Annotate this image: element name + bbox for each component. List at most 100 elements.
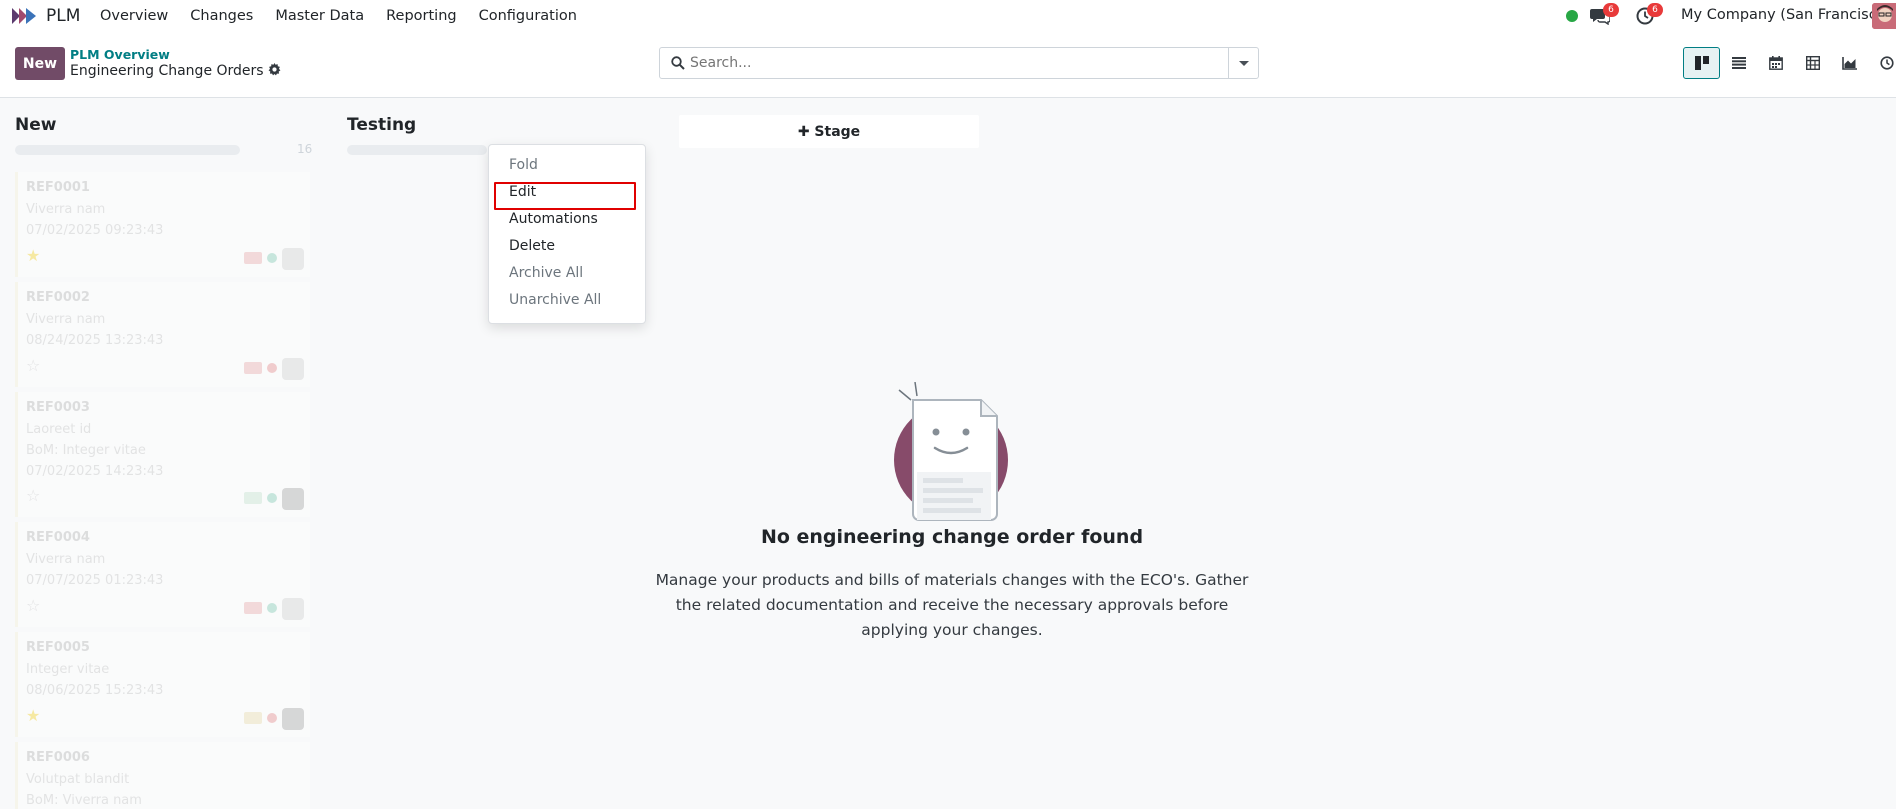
pivot-icon — [1805, 56, 1820, 70]
view-pivot-button[interactable] — [1794, 47, 1831, 79]
view-switcher — [1683, 47, 1896, 79]
column-progress-new[interactable] — [15, 145, 240, 155]
user-avatar-icon — [1872, 3, 1896, 29]
card-tag — [244, 362, 262, 374]
card-avatar — [282, 358, 304, 380]
activity-icon — [1879, 56, 1894, 70]
card-date: 07/07/2025 01:23:43 — [26, 573, 164, 588]
menu-configuration[interactable]: Configuration — [479, 8, 577, 24]
app-name[interactable]: PLM — [46, 6, 80, 26]
empty-document-illustration-icon — [894, 382, 1008, 521]
empty-state-text: Manage your products and bills of materi… — [655, 571, 1249, 639]
priority-star-icon[interactable]: ★ — [26, 706, 40, 725]
kanban-card[interactable]: REF0001 Viverra nam 07/02/2025 09:23:43 … — [15, 172, 310, 277]
caret-down-icon — [1239, 61, 1249, 66]
card-tag — [244, 712, 262, 724]
card-reference: REF0003 — [26, 400, 90, 415]
kanban-icon — [1694, 56, 1709, 70]
status-dot[interactable] — [267, 603, 277, 613]
user-avatar[interactable] — [1872, 3, 1896, 29]
card-name: Viverra nam — [26, 312, 106, 327]
status-dot[interactable] — [267, 493, 277, 503]
stage-config-dropdown: Fold Edit Automations Delete Archive All… — [488, 144, 646, 324]
card-name: Viverra nam — [26, 552, 106, 567]
menu-reporting[interactable]: Reporting — [386, 8, 457, 24]
card-tag — [244, 602, 262, 614]
kanban-card[interactable]: REF0005 Integer vitae 08/06/2025 15:23:4… — [15, 632, 310, 737]
calendar-icon — [1768, 56, 1783, 70]
menu-changes[interactable]: Changes — [190, 8, 253, 24]
page-title: Engineering Change Orders — [70, 63, 281, 79]
add-stage-label: Stage — [814, 123, 861, 140]
status-dot[interactable] — [267, 253, 277, 263]
card-avatar — [282, 708, 304, 730]
menu-item-fold[interactable]: Fold — [509, 157, 538, 173]
card-reference: REF0004 — [26, 530, 90, 545]
card-name: Integer vitae — [26, 662, 110, 677]
card-reference: REF0005 — [26, 640, 90, 655]
new-button[interactable]: New — [15, 47, 65, 80]
status-dot[interactable] — [267, 363, 277, 373]
column-count-new: 16 — [297, 142, 313, 156]
priority-star-icon[interactable]: ☆ — [26, 486, 40, 505]
gear-icon[interactable] — [268, 63, 281, 76]
menu-master-data[interactable]: Master Data — [275, 8, 364, 24]
company-switcher[interactable]: My Company (San Francisco) — [1681, 7, 1891, 23]
add-stage-button[interactable]: ✚ Stage — [679, 115, 979, 148]
control-panel: New PLM Overview Engineering Change Orde… — [0, 32, 1896, 98]
column-title-testing[interactable]: Testing — [347, 115, 416, 135]
column-title-new[interactable]: New — [15, 115, 56, 135]
menu-overview[interactable]: Overview — [100, 8, 168, 24]
card-reference: REF0006 — [26, 750, 90, 765]
top-navbar: PLM Overview Changes Master Data Reporti… — [0, 0, 1896, 32]
menu-item-unarchive-all[interactable]: Unarchive All — [509, 292, 601, 308]
menu-item-edit[interactable]: Edit — [509, 184, 536, 200]
page-title-text: Engineering Change Orders — [70, 63, 264, 79]
card-avatar — [282, 248, 304, 270]
card-avatar — [282, 488, 304, 510]
view-graph-button[interactable] — [1831, 47, 1868, 79]
card-reference: REF0001 — [26, 180, 90, 195]
card-name: Laoreet id — [26, 422, 92, 437]
kanban-card[interactable]: REF0004 Viverra nam 07/07/2025 01:23:43 … — [15, 522, 310, 627]
view-calendar-button[interactable] — [1757, 47, 1794, 79]
menu-item-automations[interactable]: Automations — [509, 211, 598, 227]
card-tag — [244, 252, 262, 264]
card-name: Viverra nam — [26, 202, 106, 217]
card-bom: BoM: Integer vitae — [26, 443, 146, 458]
breadcrumb-plm-overview[interactable]: PLM Overview — [70, 47, 170, 62]
card-tag — [244, 492, 262, 504]
search-bar — [659, 47, 1259, 79]
search-icon — [671, 56, 685, 70]
kanban-card[interactable]: REF0002 Viverra nam 08/24/2025 13:23:43 … — [15, 282, 310, 387]
priority-star-icon[interactable]: ★ — [26, 246, 40, 265]
status-dot[interactable] — [267, 713, 277, 723]
card-reference: REF0002 — [26, 290, 90, 305]
empty-state-title: No engineering change order found — [760, 526, 1144, 548]
presence-status-dot — [1566, 10, 1578, 22]
activities-badge: 6 — [1647, 3, 1663, 17]
menu-item-delete[interactable]: Delete — [509, 238, 555, 254]
kanban-card[interactable]: REF0003 Laoreet id BoM: Integer vitae 07… — [15, 392, 310, 517]
card-name: Volutpat blandit — [26, 772, 130, 787]
view-list-button[interactable] — [1720, 47, 1757, 79]
card-date: 08/24/2025 13:23:43 — [26, 333, 164, 348]
card-date: 07/02/2025 14:23:43 — [26, 464, 164, 479]
menu-item-archive-all[interactable]: Archive All — [509, 265, 583, 281]
search-input[interactable] — [690, 51, 1220, 75]
view-kanban-button[interactable] — [1683, 47, 1720, 79]
card-date: 08/06/2025 15:23:43 — [26, 683, 164, 698]
plm-app-icon[interactable] — [12, 7, 38, 25]
card-bom: BoM: Viverra nam — [26, 793, 142, 808]
main-menu: Overview Changes Master Data Reporting C… — [100, 0, 599, 32]
search-options-toggle[interactable] — [1228, 48, 1258, 78]
messages-badge: 6 — [1603, 3, 1619, 17]
priority-star-icon[interactable]: ☆ — [26, 356, 40, 375]
column-progress-testing[interactable] — [347, 145, 487, 155]
view-activity-button[interactable] — [1868, 47, 1896, 79]
kanban-card[interactable]: REF0006 Volutpat blandit BoM: Viverra na… — [15, 742, 310, 809]
graph-icon — [1842, 56, 1857, 70]
card-date: 07/02/2025 09:23:43 — [26, 223, 164, 238]
priority-star-icon[interactable]: ☆ — [26, 596, 40, 615]
plus-icon: ✚ — [797, 123, 810, 140]
